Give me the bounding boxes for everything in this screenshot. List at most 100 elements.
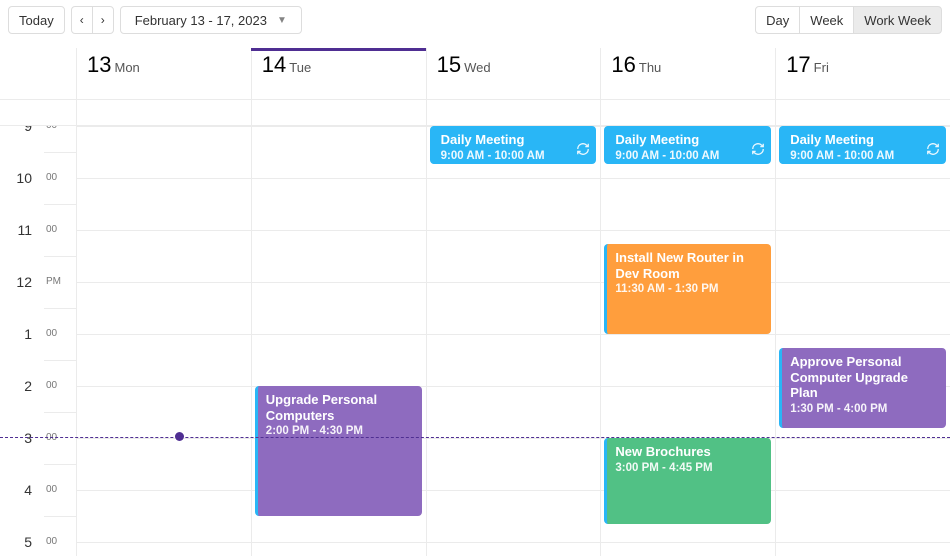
- day-number: 14: [262, 52, 286, 78]
- time-cell[interactable]: [426, 439, 601, 490]
- event-title: Daily Meeting: [790, 132, 938, 148]
- time-cell[interactable]: [775, 231, 950, 282]
- recurrence-icon: [926, 142, 940, 159]
- time-cell[interactable]: [775, 283, 950, 334]
- allday-cell[interactable]: [426, 100, 601, 125]
- calendar-toolbar: Today ‹ › February 13 - 17, 2023 ▼ Day W…: [0, 0, 950, 42]
- caret-down-icon: ▼: [277, 15, 287, 26]
- allday-cell[interactable]: [600, 100, 775, 125]
- time-cell[interactable]: [76, 543, 251, 556]
- event-time: 9:00 AM - 10:00 AM: [790, 150, 938, 162]
- time-cell[interactable]: [426, 543, 601, 556]
- hour-label: 9: [10, 126, 32, 134]
- date-range-picker[interactable]: February 13 - 17, 2023 ▼: [120, 6, 302, 34]
- time-cell[interactable]: [775, 543, 950, 556]
- time-cell[interactable]: [426, 231, 601, 282]
- hour-gutter: 500: [0, 542, 76, 556]
- time-cell[interactable]: [426, 283, 601, 334]
- day-header[interactable]: 14Tue: [251, 48, 426, 99]
- day-number: 17: [786, 52, 810, 78]
- view-day-button[interactable]: Day: [755, 6, 800, 34]
- time-cell[interactable]: [251, 543, 426, 556]
- time-cell[interactable]: [775, 179, 950, 230]
- weekday-label: Wed: [464, 60, 491, 75]
- hour-label: 5: [10, 534, 32, 550]
- hour-sublabel: 00: [46, 380, 57, 391]
- view-switch-group: Day Week Work Week: [755, 6, 942, 34]
- calendar-event[interactable]: New Brochures 3:00 PM - 4:45 PM: [604, 438, 771, 524]
- event-time: 3:00 PM - 4:45 PM: [615, 462, 763, 474]
- event-time: 1:30 PM - 4:00 PM: [790, 403, 938, 415]
- time-slots: 9001000110012PM100200300400500: [0, 126, 950, 556]
- next-button[interactable]: ›: [92, 6, 114, 34]
- weekday-label: Thu: [639, 60, 661, 75]
- time-cell[interactable]: [600, 543, 775, 556]
- view-workweek-button[interactable]: Work Week: [853, 6, 942, 34]
- time-cell[interactable]: [251, 335, 426, 386]
- time-cell[interactable]: [600, 335, 775, 386]
- day-header[interactable]: 13Mon: [76, 48, 251, 99]
- time-cell[interactable]: [76, 283, 251, 334]
- time-cell[interactable]: [251, 127, 426, 178]
- recurrence-icon: [751, 142, 765, 159]
- hour-sublabel: 00: [46, 126, 57, 131]
- calendar-event[interactable]: Daily Meeting 9:00 AM - 10:00 AM: [430, 126, 597, 164]
- hour-sublabel: PM: [46, 276, 61, 287]
- hour-row: 300: [0, 438, 950, 490]
- hour-label: 2: [10, 378, 32, 394]
- time-cell[interactable]: [76, 335, 251, 386]
- calendar-event[interactable]: Approve Personal Computer Upgrade Plan1:…: [779, 348, 946, 428]
- hour-row: 400: [0, 490, 950, 542]
- calendar-event[interactable]: Install New Router in Dev Room11:30 AM -…: [604, 244, 771, 334]
- calendar-allday-row: [0, 100, 950, 126]
- hour-row: 12PM: [0, 282, 950, 334]
- time-cell[interactable]: [600, 179, 775, 230]
- weekday-label: Fri: [814, 60, 829, 75]
- time-cell[interactable]: [76, 231, 251, 282]
- event-title: Daily Meeting: [441, 132, 589, 148]
- time-cell[interactable]: [426, 335, 601, 386]
- time-cell[interactable]: [76, 491, 251, 542]
- weekday-label: Tue: [289, 60, 311, 75]
- event-title: New Brochures: [615, 444, 763, 460]
- event-time: 9:00 AM - 10:00 AM: [441, 150, 589, 162]
- current-time-dot: [175, 432, 184, 441]
- event-title: Install New Router in Dev Room: [615, 250, 763, 281]
- time-cell[interactable]: [76, 439, 251, 490]
- event-time: 9:00 AM - 10:00 AM: [615, 150, 763, 162]
- time-cell[interactable]: [76, 127, 251, 178]
- time-cell[interactable]: [426, 387, 601, 438]
- day-header[interactable]: 17 Fri: [775, 48, 950, 99]
- time-cell[interactable]: [251, 231, 426, 282]
- prev-button[interactable]: ‹: [71, 6, 93, 34]
- hour-label: 11: [10, 222, 32, 238]
- allday-cell[interactable]: [775, 100, 950, 125]
- time-cell[interactable]: [775, 439, 950, 490]
- nav-buttons-group: ‹ ›: [71, 6, 114, 34]
- view-week-button[interactable]: Week: [799, 6, 854, 34]
- calendar-event[interactable]: Daily Meeting9:00 AM - 10:00 AM: [604, 126, 771, 164]
- time-cell[interactable]: [251, 283, 426, 334]
- today-button[interactable]: Today: [8, 6, 65, 34]
- event-time: 2:00 PM - 4:30 PM: [266, 425, 414, 437]
- hour-label: 1: [10, 326, 32, 342]
- calendar-surface: 13Mon14Tue15Wed16Thu17Fri 9001000110012P…: [0, 48, 950, 556]
- allday-cell[interactable]: [76, 100, 251, 125]
- time-cell[interactable]: [76, 179, 251, 230]
- time-cell[interactable]: [426, 179, 601, 230]
- time-cell[interactable]: [251, 179, 426, 230]
- hour-row: 500: [0, 542, 950, 556]
- chevron-left-icon: ‹: [80, 14, 84, 26]
- hour-sublabel: 00: [46, 328, 57, 339]
- time-cell[interactable]: [76, 387, 251, 438]
- calendar-event[interactable]: Upgrade Personal Computers2:00 PM - 4:30…: [255, 386, 422, 516]
- time-cell[interactable]: [426, 491, 601, 542]
- day-header[interactable]: 15Wed: [426, 48, 601, 99]
- hour-label: 4: [10, 482, 32, 498]
- time-cell[interactable]: [775, 491, 950, 542]
- calendar-event[interactable]: Daily Meeting 9:00 AM - 10:00 AM: [779, 126, 946, 164]
- allday-cell[interactable]: [251, 100, 426, 125]
- calendar-time-grid[interactable]: 9001000110012PM100200300400500: [0, 126, 950, 556]
- day-header[interactable]: 16Thu: [600, 48, 775, 99]
- time-cell[interactable]: [600, 387, 775, 438]
